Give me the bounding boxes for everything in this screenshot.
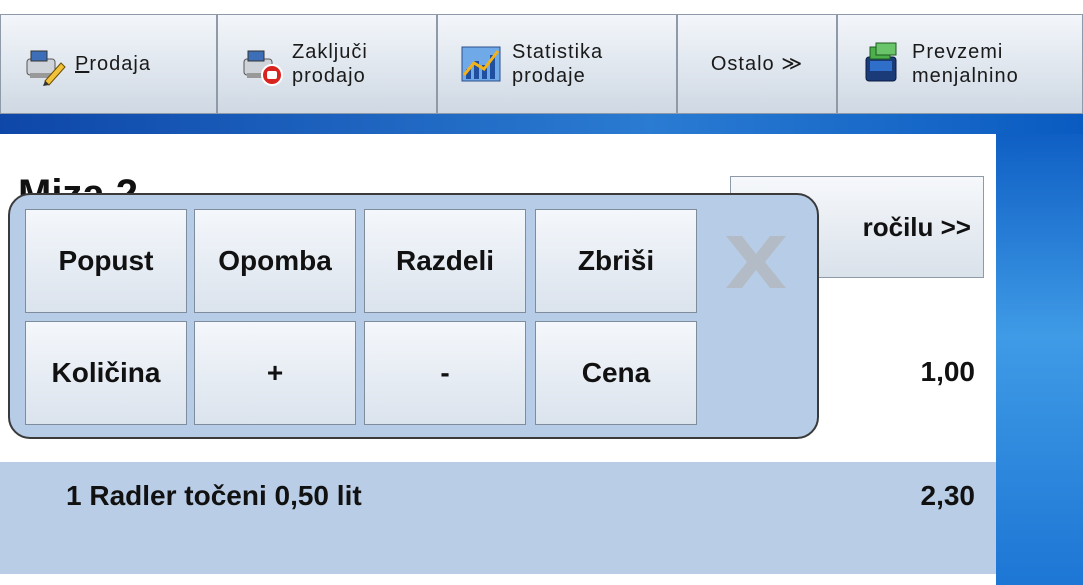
- order-details-label: ročilu >>: [862, 211, 971, 242]
- decrement-button[interactable]: -: [364, 321, 526, 425]
- note-label: Opomba: [218, 245, 332, 276]
- increment-label: +: [266, 357, 284, 388]
- delete-button[interactable]: Zbriši: [535, 209, 697, 313]
- split-button[interactable]: Razdeli: [364, 209, 526, 313]
- register-stop-icon: [243, 50, 283, 86]
- price-button[interactable]: Cena: [535, 321, 697, 425]
- sales-statistics-label: Statistika prodaje: [512, 41, 604, 87]
- quantity-button[interactable]: Količina: [25, 321, 187, 425]
- decrement-label: -: [440, 357, 450, 388]
- selected-order-row[interactable]: [0, 462, 996, 574]
- header-divider: [0, 114, 1083, 134]
- side-background: [996, 134, 1083, 585]
- other-menu-button[interactable]: Ostalo ≫: [677, 14, 837, 114]
- close-sale-button[interactable]: Zaključi prodajo: [217, 14, 437, 114]
- discount-label: Popust: [58, 245, 154, 276]
- note-button[interactable]: Opomba: [194, 209, 356, 313]
- increment-button[interactable]: +: [194, 321, 356, 425]
- selected-item-price: 2,30: [920, 480, 976, 511]
- sales-button[interactable]: Prodaja: [0, 14, 217, 114]
- discount-button[interactable]: Popust: [25, 209, 187, 313]
- delete-label: Zbriši: [577, 245, 655, 276]
- top-toolbar: Prodaja Zaključi prodajo Statistika prod…: [0, 0, 1083, 118]
- close-icon[interactable]: [720, 232, 792, 292]
- item-quantity: 1,00: [920, 356, 976, 387]
- chart-icon: [461, 46, 501, 82]
- selected-item-name: 1 Radler točeni 0,50 lit: [66, 480, 362, 511]
- other-menu-label: Ostalo ≫: [710, 53, 804, 75]
- quantity-label: Količina: [51, 357, 161, 388]
- close-sale-label: Zaključi prodajo: [292, 41, 368, 87]
- sales-button-label: Prodaja: [75, 53, 151, 75]
- take-change-button[interactable]: Prevzemi menjalnino: [837, 14, 1083, 114]
- sales-statistics-button[interactable]: Statistika prodaje: [437, 14, 677, 114]
- price-label: Cena: [581, 357, 651, 388]
- register-pencil-icon: [26, 50, 66, 86]
- split-label: Razdeli: [395, 245, 495, 276]
- take-change-label: Prevzemi menjalnino: [912, 41, 1019, 87]
- cash-register-money-icon: [865, 42, 897, 82]
